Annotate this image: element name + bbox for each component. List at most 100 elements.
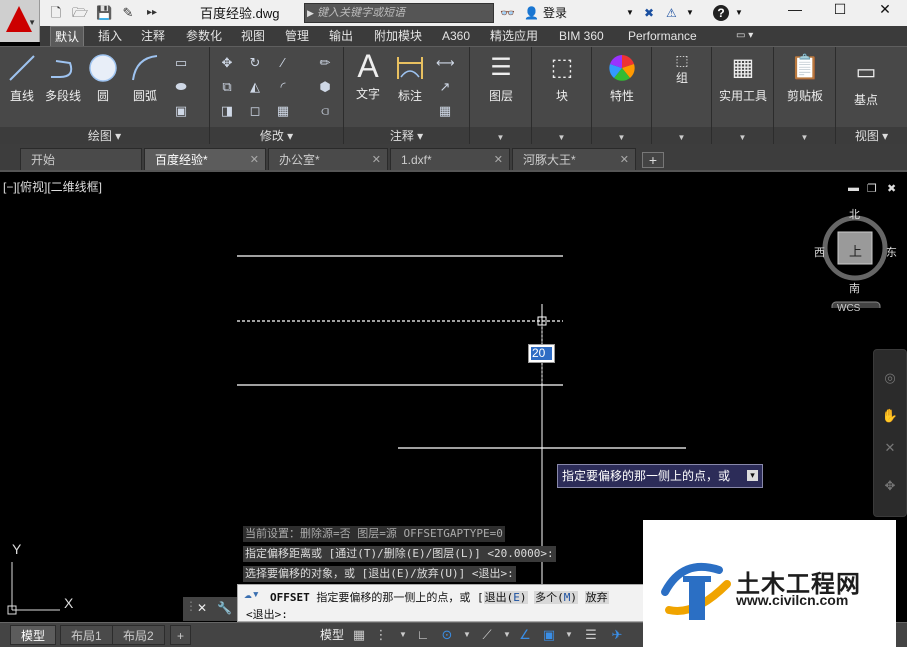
- snap-icon[interactable]: ⋮: [372, 627, 390, 643]
- mirror-icon[interactable]: ◭: [246, 79, 264, 95]
- move-icon[interactable]: ✥: [218, 55, 236, 71]
- file-tab-baidu[interactable]: 百度经验* ✕: [144, 148, 266, 170]
- drag-grip-icon[interactable]: ⋮: [185, 599, 197, 613]
- panel-properties-expander[interactable]: ▼: [592, 127, 651, 145]
- scale-icon[interactable]: ◻: [246, 103, 264, 119]
- layout-tab-model[interactable]: 模型: [10, 625, 57, 645]
- hatch-icon[interactable]: ⬬: [172, 79, 190, 95]
- copy-icon[interactable]: ⧉: [218, 79, 236, 95]
- steering-wheel-icon[interactable]: ◎: [881, 370, 899, 386]
- compass-west[interactable]: 西: [814, 244, 825, 260]
- object-snap-tracking-icon[interactable]: ∠: [516, 627, 534, 643]
- close-tab-icon[interactable]: ✕: [494, 149, 503, 171]
- fillet-icon[interactable]: ◜: [274, 79, 292, 95]
- command-line-handle[interactable]: ⋮ ✕ 🔧: [183, 597, 237, 621]
- tab-bim360[interactable]: BIM 360: [555, 26, 608, 46]
- close-tab-icon[interactable]: ✕: [620, 149, 629, 171]
- file-tab-office[interactable]: 办公室* ✕: [268, 148, 388, 170]
- group-tool[interactable]: ⬚ 组: [664, 51, 700, 86]
- circle-tool[interactable]: 圆: [86, 53, 120, 104]
- stretch-icon[interactable]: ◨: [218, 103, 236, 119]
- linear-dim-icon[interactable]: ⟷: [436, 55, 455, 71]
- model-space-toggle[interactable]: 模型: [318, 627, 346, 643]
- a360-icon[interactable]: ⚠: [666, 5, 677, 21]
- tab-addins[interactable]: 附加模块: [370, 26, 426, 46]
- tab-featured-apps[interactable]: 精选应用: [486, 26, 542, 46]
- tab-insert[interactable]: 插入: [94, 26, 126, 46]
- customize-wrench-icon[interactable]: 🔧: [217, 601, 232, 615]
- maximize-button[interactable]: ☐: [820, 0, 860, 20]
- option-exit[interactable]: 退出(E): [483, 591, 528, 604]
- tab-view[interactable]: 视图: [237, 26, 269, 46]
- add-layout-button[interactable]: +: [170, 625, 192, 645]
- pan-icon[interactable]: ✋: [881, 408, 899, 424]
- tab-performance[interactable]: Performance: [624, 26, 701, 46]
- command-line-input[interactable]: ☁▾ OFFSET 指定要偏移的那一侧上的点，或 [退出(E) 多个(M) 放弃…: [237, 584, 657, 622]
- compass-east[interactable]: 东: [886, 244, 897, 260]
- viewcube-top-face[interactable]: 上: [849, 241, 862, 260]
- text-tool[interactable]: A 文字: [350, 50, 386, 102]
- panel-utilities-expander[interactable]: ▼: [712, 127, 773, 145]
- tab-a360[interactable]: A360: [438, 26, 474, 46]
- panel-annotation-title[interactable]: 注释 ▾: [344, 127, 469, 145]
- search-input[interactable]: ▶ 键入关键字或短语: [304, 3, 494, 23]
- binoculars-icon[interactable]: 👓: [500, 5, 515, 21]
- polyline-tool[interactable]: 多段线: [42, 53, 84, 104]
- line-tool[interactable]: 直线: [4, 53, 40, 104]
- offset-icon[interactable]: ⫏: [316, 103, 334, 119]
- option-multiple[interactable]: 多个(M): [534, 591, 578, 604]
- utilities-tool[interactable]: ▦ 实用工具: [716, 53, 770, 104]
- properties-tool[interactable]: 特性: [604, 53, 640, 104]
- file-tab-dxf[interactable]: 1.dxf* ✕: [390, 148, 510, 170]
- tab-annotate[interactable]: 注释: [137, 26, 169, 46]
- rectangle-icon[interactable]: ▭: [172, 55, 190, 71]
- tab-default[interactable]: 默认: [50, 26, 85, 46]
- table-icon[interactable]: ▦: [436, 103, 454, 119]
- panel-block-expander[interactable]: ▼: [532, 127, 591, 145]
- tab-manage[interactable]: 管理: [281, 26, 313, 46]
- close-tab-icon[interactable]: ✕: [250, 149, 259, 171]
- save-as-icon[interactable]: ✎: [120, 5, 136, 21]
- application-menu-button[interactable]: ▼: [0, 0, 40, 42]
- dimension-tool[interactable]: 标注: [392, 53, 428, 104]
- chevron-down-icon[interactable]: ▼: [686, 5, 694, 21]
- isodraft-icon[interactable]: ⟋: [478, 627, 496, 643]
- chevron-down-icon[interactable]: ▼: [498, 627, 516, 643]
- leader-icon[interactable]: ↗: [436, 79, 454, 95]
- file-tab-start[interactable]: 开始: [20, 148, 142, 170]
- arc-tool[interactable]: 圆弧: [128, 53, 162, 104]
- explode-icon[interactable]: ⬢: [316, 79, 334, 95]
- panel-draw-title[interactable]: 绘图 ▾: [0, 127, 209, 145]
- viewcube[interactable]: 北 南 东 西 上 WCS: [814, 206, 898, 314]
- panel-modify-title[interactable]: 修改 ▾: [210, 127, 343, 145]
- compass-south[interactable]: 南: [849, 280, 860, 296]
- zoom-extents-icon[interactable]: ✕: [881, 440, 899, 456]
- close-tab-icon[interactable]: ✕: [372, 149, 381, 171]
- block-tool[interactable]: ⬚ 块: [544, 53, 580, 104]
- minimize-button[interactable]: —: [775, 0, 815, 20]
- new-tab-button[interactable]: +: [642, 152, 664, 168]
- compass-north[interactable]: 北: [849, 206, 860, 222]
- save-icon[interactable]: 💾: [96, 5, 112, 21]
- more-tools-icon[interactable]: ▸▸: [144, 5, 160, 21]
- annotation-scale-icon[interactable]: ✈: [608, 627, 626, 643]
- chevron-down-icon[interactable]: ▼: [735, 5, 743, 21]
- base-point-tool[interactable]: ▭ 基点: [846, 57, 886, 108]
- orbit-icon[interactable]: ✥: [881, 478, 899, 494]
- file-tab-hetun[interactable]: 河豚大王* ✕: [512, 148, 636, 170]
- new-file-icon[interactable]: 🗋: [48, 5, 64, 21]
- wcs-menu[interactable]: WCS: [837, 303, 860, 314]
- chevron-down-icon[interactable]: ▼: [626, 5, 634, 21]
- lineweight-icon[interactable]: ☰: [582, 627, 600, 643]
- tab-parametric[interactable]: 参数化: [182, 26, 226, 46]
- array-icon[interactable]: ▦: [274, 103, 292, 119]
- dynamic-input-field[interactable]: 20: [528, 344, 555, 363]
- option-undo[interactable]: 放弃: [584, 591, 609, 604]
- panel-view-title[interactable]: 视图 ▾: [836, 127, 907, 145]
- layout-tab-layout2[interactable]: 布局2: [112, 625, 165, 645]
- tab-output[interactable]: 输出: [325, 26, 357, 46]
- trim-icon[interactable]: ⁄: [274, 55, 292, 71]
- panel-clipboard-expander[interactable]: ▼: [774, 127, 835, 145]
- signin-button[interactable]: 登录: [543, 5, 567, 21]
- grid-icon[interactable]: ▦: [350, 627, 368, 643]
